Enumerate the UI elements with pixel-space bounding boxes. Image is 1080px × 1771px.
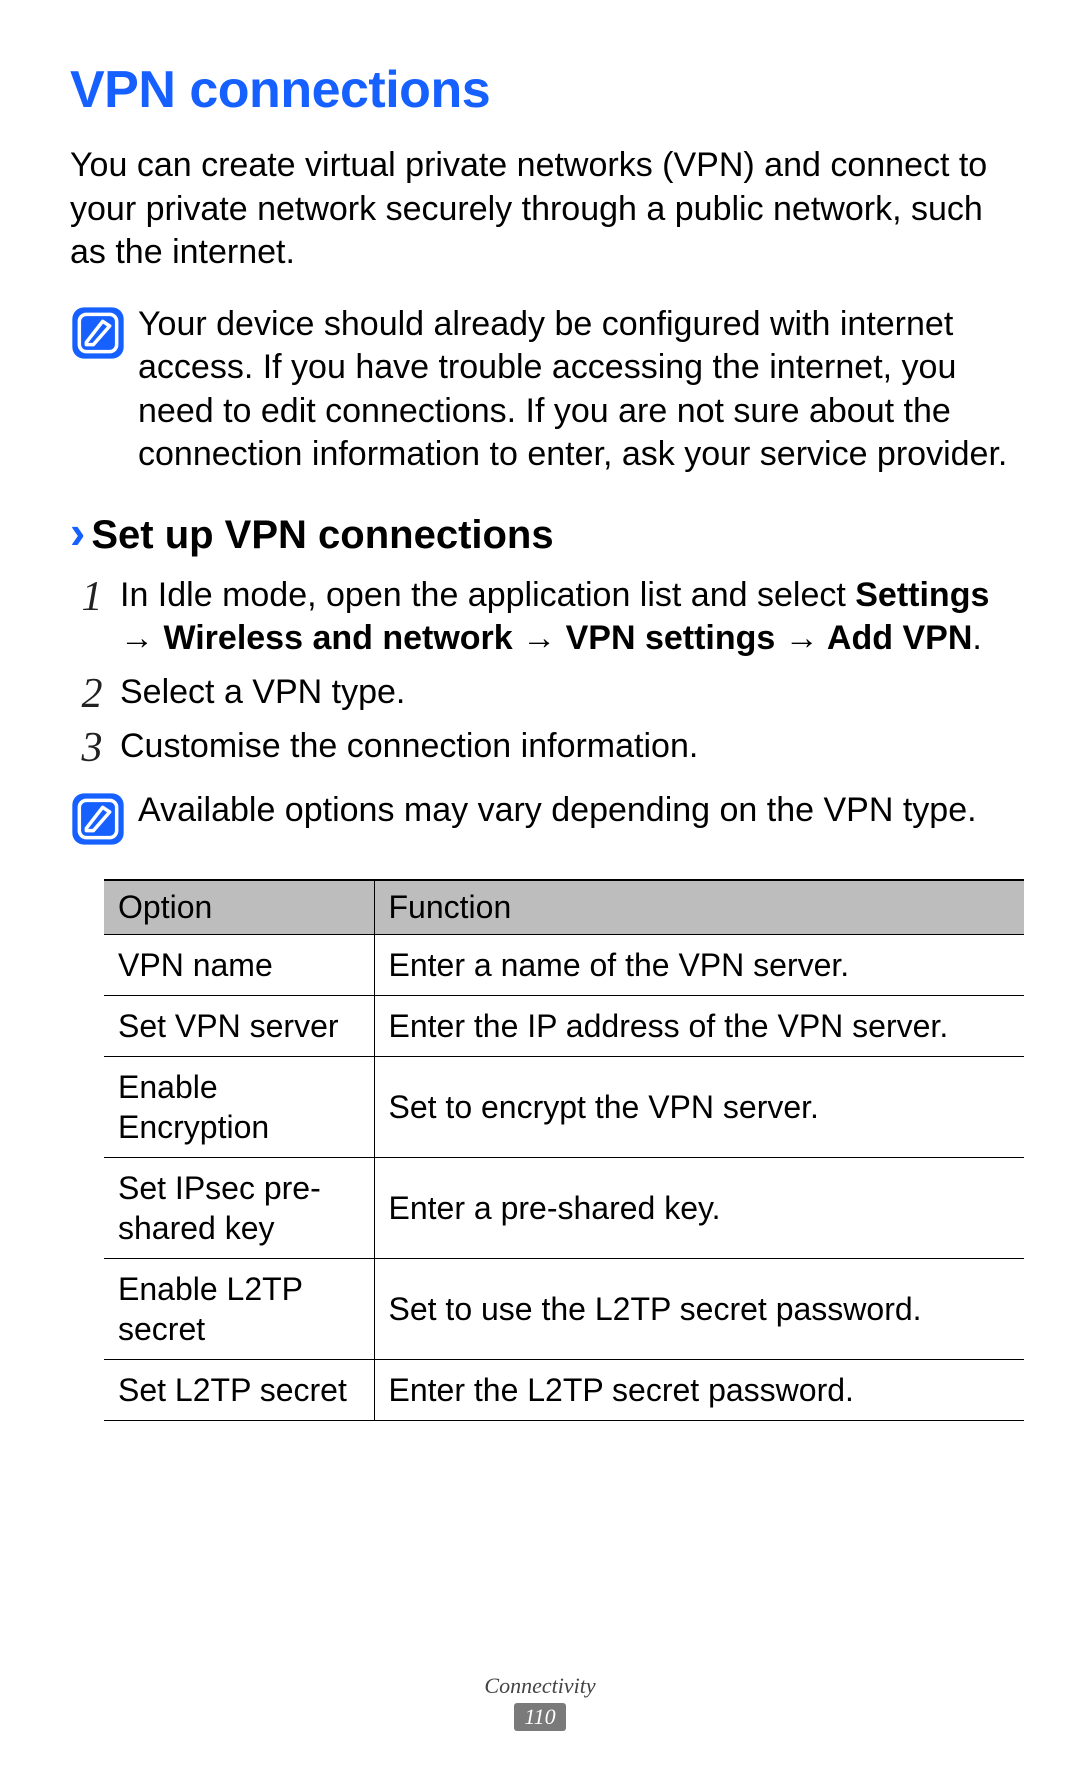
cell-option: Enable Encryption — [104, 1056, 374, 1157]
step-1: 1 In Idle mode, open the application lis… — [70, 574, 1010, 661]
cell-option: Set IPsec pre-shared key — [104, 1157, 374, 1258]
note-block-2: Available options may vary depending on … — [70, 789, 1010, 847]
step-list: 1 In Idle mode, open the application lis… — [70, 574, 1010, 769]
step-text: Customise the connection information. — [114, 725, 1010, 769]
step-1-text-a: In Idle mode, open the application list … — [120, 576, 855, 614]
options-table: Option Function VPN name Enter a name of… — [104, 879, 1024, 1421]
table-row: Set IPsec pre-shared key Enter a pre-sha… — [104, 1157, 1024, 1258]
step-number: 2 — [70, 673, 114, 715]
cell-function: Enter a name of the VPN server. — [374, 934, 1024, 995]
header-option: Option — [104, 880, 374, 935]
note-icon — [70, 305, 126, 361]
cell-function: Enter the L2TP secret password. — [374, 1359, 1024, 1420]
cell-function: Set to encrypt the VPN server. — [374, 1056, 1024, 1157]
table-row: Enable Encryption Set to encrypt the VPN… — [104, 1056, 1024, 1157]
page-footer: Connectivity 110 — [0, 1673, 1080, 1731]
step-text: In Idle mode, open the application list … — [114, 574, 1010, 661]
footer-section-label: Connectivity — [0, 1673, 1080, 1699]
step-2: 2 Select a VPN type. — [70, 671, 1010, 715]
note-text-2: Available options may vary depending on … — [138, 789, 1010, 833]
cell-function: Enter a pre-shared key. — [374, 1157, 1024, 1258]
intro-paragraph: You can create virtual private networks … — [70, 144, 1010, 275]
table-row: VPN name Enter a name of the VPN server. — [104, 934, 1024, 995]
cell-function: Enter the IP address of the VPN server. — [374, 995, 1024, 1056]
table-row: Enable L2TP secret Set to use the L2TP s… — [104, 1258, 1024, 1359]
note-text-1: Your device should already be configured… — [138, 303, 1010, 477]
page-title: VPN connections — [70, 60, 1010, 120]
table-row: Set L2TP secret Enter the L2TP secret pa… — [104, 1359, 1024, 1420]
cell-option: Set L2TP secret — [104, 1359, 374, 1420]
cell-option: Set VPN server — [104, 995, 374, 1056]
step-number: 3 — [70, 727, 114, 769]
subheading-row: › Set up VPN connections — [70, 509, 1010, 558]
cell-option: VPN name — [104, 934, 374, 995]
step-text: Select a VPN type. — [114, 671, 1010, 715]
step-number: 1 — [70, 576, 114, 618]
cell-function: Set to use the L2TP secret password. — [374, 1258, 1024, 1359]
note-icon — [70, 791, 126, 847]
page: VPN connections You can create virtual p… — [0, 0, 1080, 1771]
note-block-1: Your device should already be configured… — [70, 303, 1010, 477]
step-1-text-c: . — [972, 619, 981, 657]
header-function: Function — [374, 880, 1024, 935]
cell-option: Enable L2TP secret — [104, 1258, 374, 1359]
table-header-row: Option Function — [104, 880, 1024, 935]
page-number-badge: 110 — [514, 1703, 565, 1731]
table-row: Set VPN server Enter the IP address of t… — [104, 995, 1024, 1056]
subheading: Set up VPN connections — [91, 513, 553, 558]
step-3: 3 Customise the connection information. — [70, 725, 1010, 769]
chevron-icon: › — [70, 509, 85, 555]
